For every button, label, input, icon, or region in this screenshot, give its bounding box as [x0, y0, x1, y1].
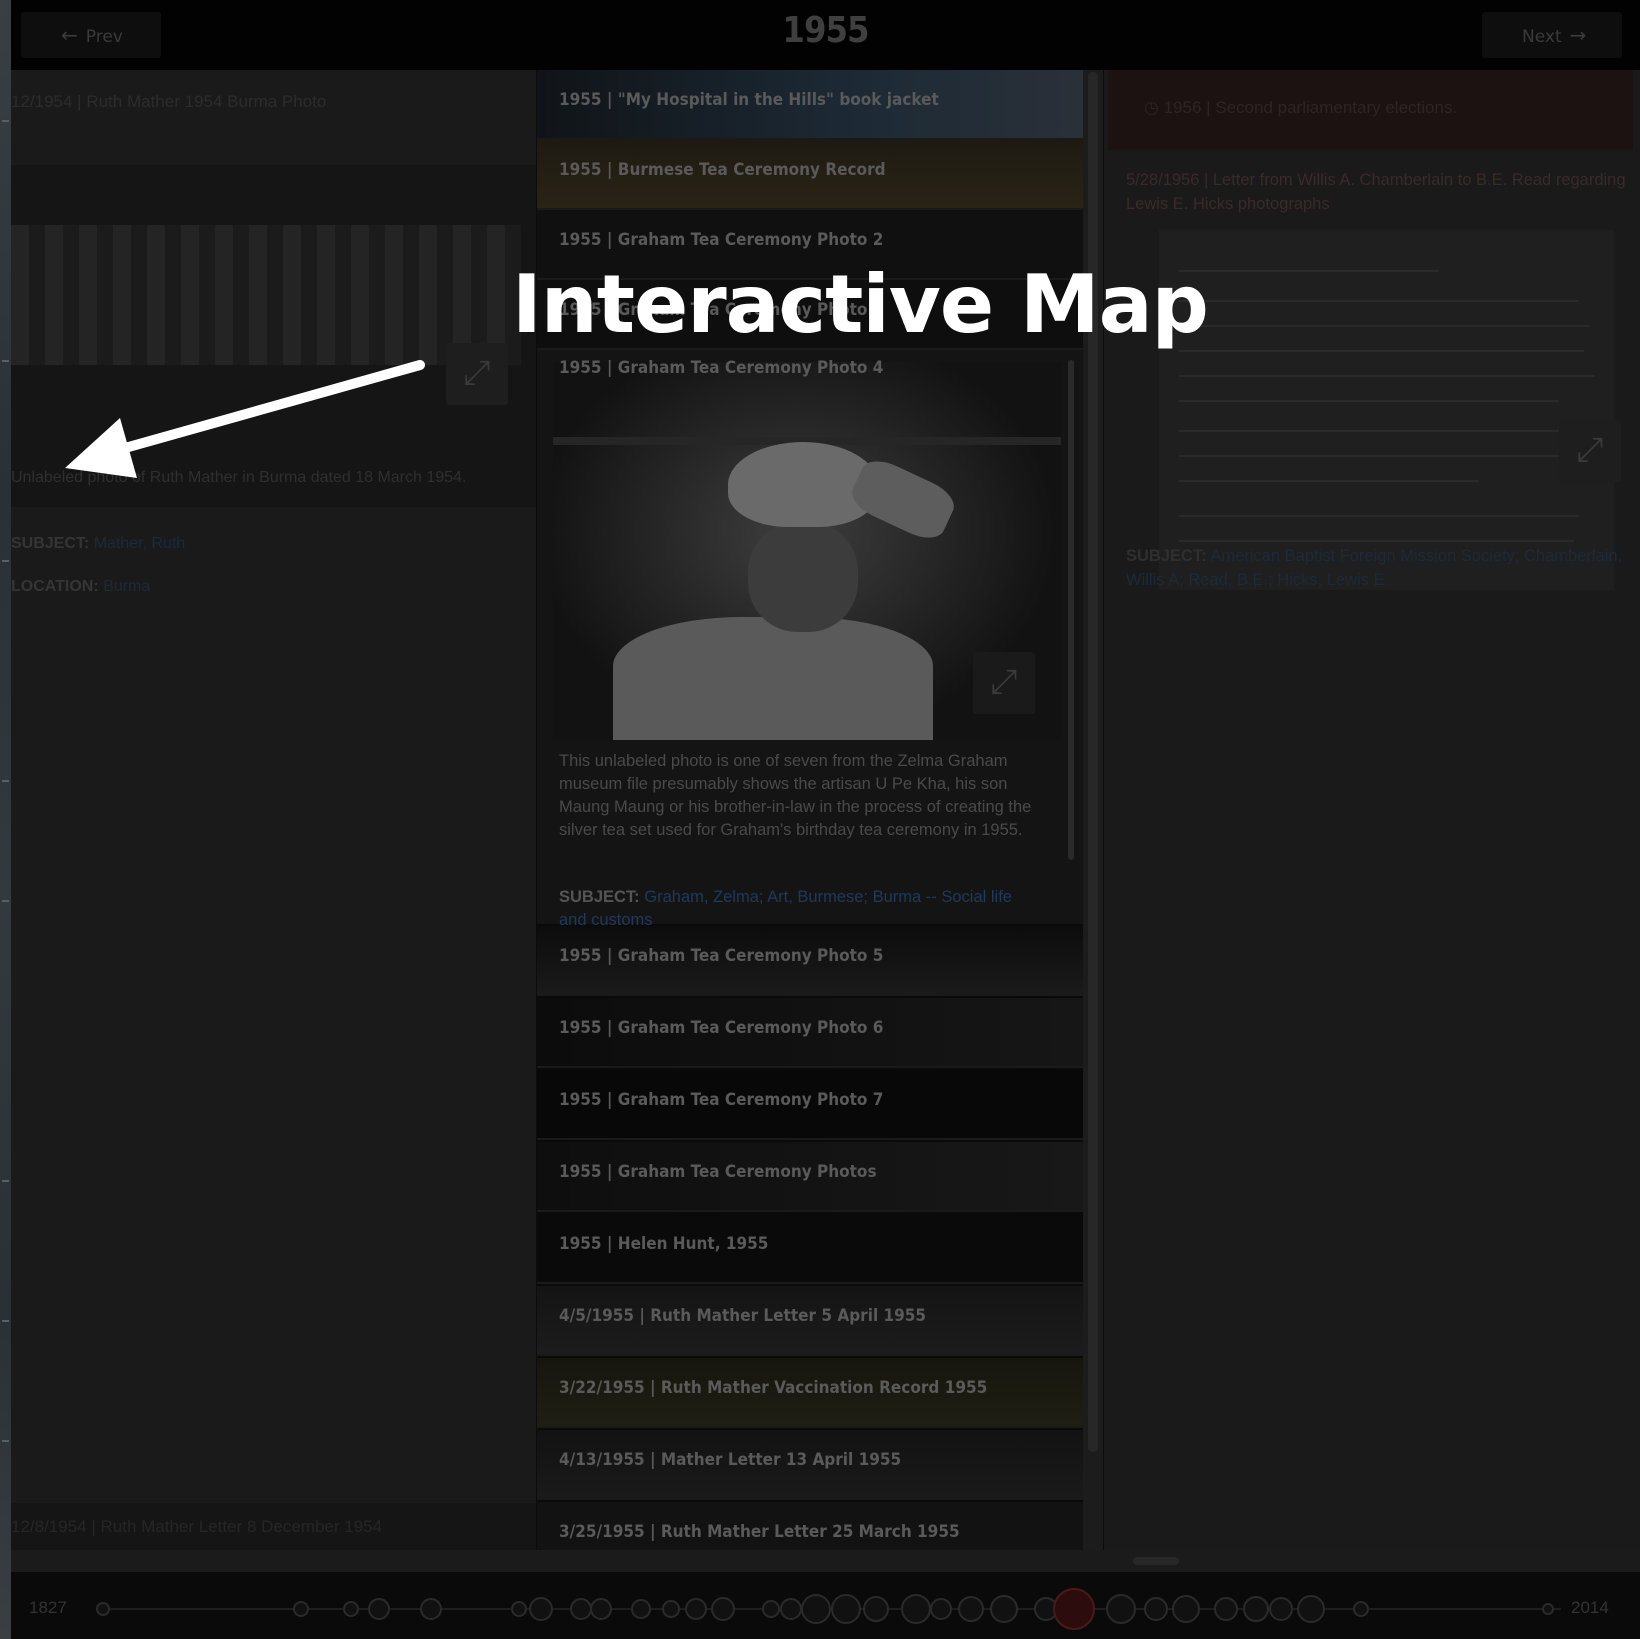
expanded-item-title[interactable]: 1955 | Graham Tea Ceremony Photo 4	[559, 358, 883, 378]
timeline-resize-handle[interactable]	[1133, 1557, 1179, 1565]
arrow-right-icon: →	[1569, 23, 1587, 47]
list-item[interactable]: 1955 | Graham Tea Ceremony Photos	[537, 1142, 1083, 1212]
timeline-marker[interactable]	[762, 1600, 780, 1618]
timeline-marker[interactable]	[801, 1594, 831, 1624]
list-item[interactable]: 1955 | Graham Tea Ceremony Photo 5	[537, 926, 1083, 996]
subject-label: SUBJECT:	[1126, 547, 1207, 565]
left-panel-location: LOCATION: Burma	[11, 578, 150, 596]
timeline-marker[interactable]	[662, 1600, 680, 1618]
timeline-marker[interactable]	[529, 1597, 553, 1621]
photo-turban-tail	[846, 453, 960, 546]
expanded-item-scrollbar[interactable]	[1068, 360, 1074, 860]
timeline-end-year: 2014	[1571, 1598, 1609, 1617]
expanded-item[interactable]: ⤢ 1955 | Graham Tea Ceremony Photo 4 Thi…	[537, 350, 1083, 929]
expand-icon[interactable]: ⤢	[973, 652, 1035, 714]
timeline-marker[interactable]	[1106, 1594, 1136, 1624]
expand-icon[interactable]: ⤢	[1559, 420, 1621, 482]
subject-label: SUBJECT:	[559, 888, 640, 906]
timeline-resize-bar[interactable]	[11, 1550, 1640, 1572]
timeline-marker[interactable]	[685, 1598, 707, 1620]
clock-icon: ◷	[1144, 98, 1159, 117]
timeline-marker[interactable]	[780, 1598, 802, 1620]
event-banner[interactable]: ◷ 1956 | Second parliamentary elections.	[1108, 70, 1633, 150]
timeline-marker-active[interactable]	[1053, 1588, 1095, 1630]
timeline-marker[interactable]	[420, 1598, 442, 1620]
timeline-marker[interactable]	[901, 1594, 931, 1624]
timeline-marker[interactable]	[570, 1598, 592, 1620]
event-banner-label: 1956 | Second parliamentary elections.	[1163, 98, 1458, 117]
timeline-marker[interactable]	[990, 1595, 1018, 1623]
annotation-arrow-icon	[65, 360, 425, 478]
timeline-marker[interactable]	[1214, 1597, 1238, 1621]
left-panel-title[interactable]: 12/1954 | Ruth Mather 1954 Burma Photo	[11, 92, 326, 112]
list-item[interactable]: 3/22/1955 | Ruth Mather Vaccination Reco…	[537, 1358, 1083, 1428]
right-panel-title[interactable]: 5/28/1956 | Letter from Willis A. Chambe…	[1126, 168, 1626, 216]
timeline-marker[interactable]	[1172, 1595, 1200, 1623]
list-item[interactable]: 1955 | Burmese Tea Ceremony Record	[537, 140, 1083, 210]
timeline-marker[interactable]	[1243, 1596, 1269, 1622]
timeline-marker[interactable]	[1542, 1603, 1554, 1615]
overlay-title: Interactive Map	[512, 258, 1209, 351]
artisan-photo[interactable]: ⤢	[553, 362, 1061, 740]
next-label: Next	[1522, 27, 1562, 47]
photo-face	[748, 522, 858, 632]
list-item[interactable]: 1955 | Graham Tea Ceremony Photo 7	[537, 1070, 1083, 1140]
group-photo	[11, 225, 521, 365]
timeline-marker[interactable]	[1297, 1595, 1325, 1623]
timeline-marker[interactable]	[863, 1596, 889, 1622]
timeline-marker[interactable]	[590, 1598, 612, 1620]
timeline-marker[interactable]	[930, 1598, 952, 1620]
expand-icon[interactable]: ⤢	[446, 343, 508, 405]
location-link[interactable]: Burma	[103, 578, 150, 595]
photo-shirt	[613, 617, 933, 740]
left-panel[interactable]: 12/1954 | Ruth Mather 1954 Burma Photo ⤢…	[11, 70, 536, 1550]
timeline-marker[interactable]	[958, 1596, 984, 1622]
list-item[interactable]: 4/13/1955 | Mather Letter 13 April 1955	[537, 1430, 1083, 1500]
timeline-start-year: 1827	[29, 1598, 67, 1617]
timeline-marker[interactable]	[1353, 1601, 1369, 1617]
timeline-marker[interactable]	[368, 1598, 390, 1620]
timeline-marker[interactable]	[1269, 1597, 1293, 1621]
left-panel-subject: SUBJECT: Mather, Ruth	[11, 535, 185, 553]
subject-label: SUBJECT:	[11, 535, 90, 552]
location-label: LOCATION:	[11, 578, 99, 595]
timeline-marker[interactable]	[293, 1601, 309, 1617]
timeline-marker[interactable]	[96, 1602, 110, 1616]
map-strip[interactable]	[0, 0, 11, 1639]
list-item[interactable]: 1955 | "My Hospital in the Hills" book j…	[537, 70, 1083, 140]
timeline-marker[interactable]	[831, 1594, 861, 1624]
list-item[interactable]: 1955 | Graham Tea Ceremony Photo 6	[537, 998, 1083, 1068]
list-item[interactable]: 1955 | Helen Hunt, 1955	[537, 1214, 1083, 1284]
list-item[interactable]: 4/5/1955 | Ruth Mather Letter 5 April 19…	[537, 1286, 1083, 1356]
timeline-marker[interactable]	[631, 1599, 651, 1619]
timeline-marker[interactable]	[711, 1597, 735, 1621]
expanded-item-caption: This unlabeled photo is one of seven fro…	[559, 752, 1032, 839]
timeline[interactable]: 1827 2014	[11, 1572, 1640, 1639]
timeline-marker[interactable]	[511, 1601, 527, 1617]
letter-image[interactable]: ⤢	[1159, 230, 1621, 590]
timeline-marker[interactable]	[1144, 1597, 1168, 1621]
year-title: 1955	[782, 10, 869, 51]
subject-link[interactable]: Mather, Ruth	[94, 535, 186, 552]
right-panel-subject: SUBJECT: American Baptist Foreign Missio…	[1126, 544, 1626, 592]
top-bar: ← Prev 1955 Next →	[11, 0, 1640, 70]
next-button[interactable]: Next →	[1482, 12, 1622, 58]
list-item[interactable]: 3/25/1955 | Ruth Mather Letter 25 March …	[537, 1502, 1083, 1550]
left-panel-bottom-item[interactable]: 12/8/1954 | Ruth Mather Letter 8 Decembe…	[11, 1503, 536, 1550]
timeline-marker[interactable]	[343, 1601, 359, 1617]
